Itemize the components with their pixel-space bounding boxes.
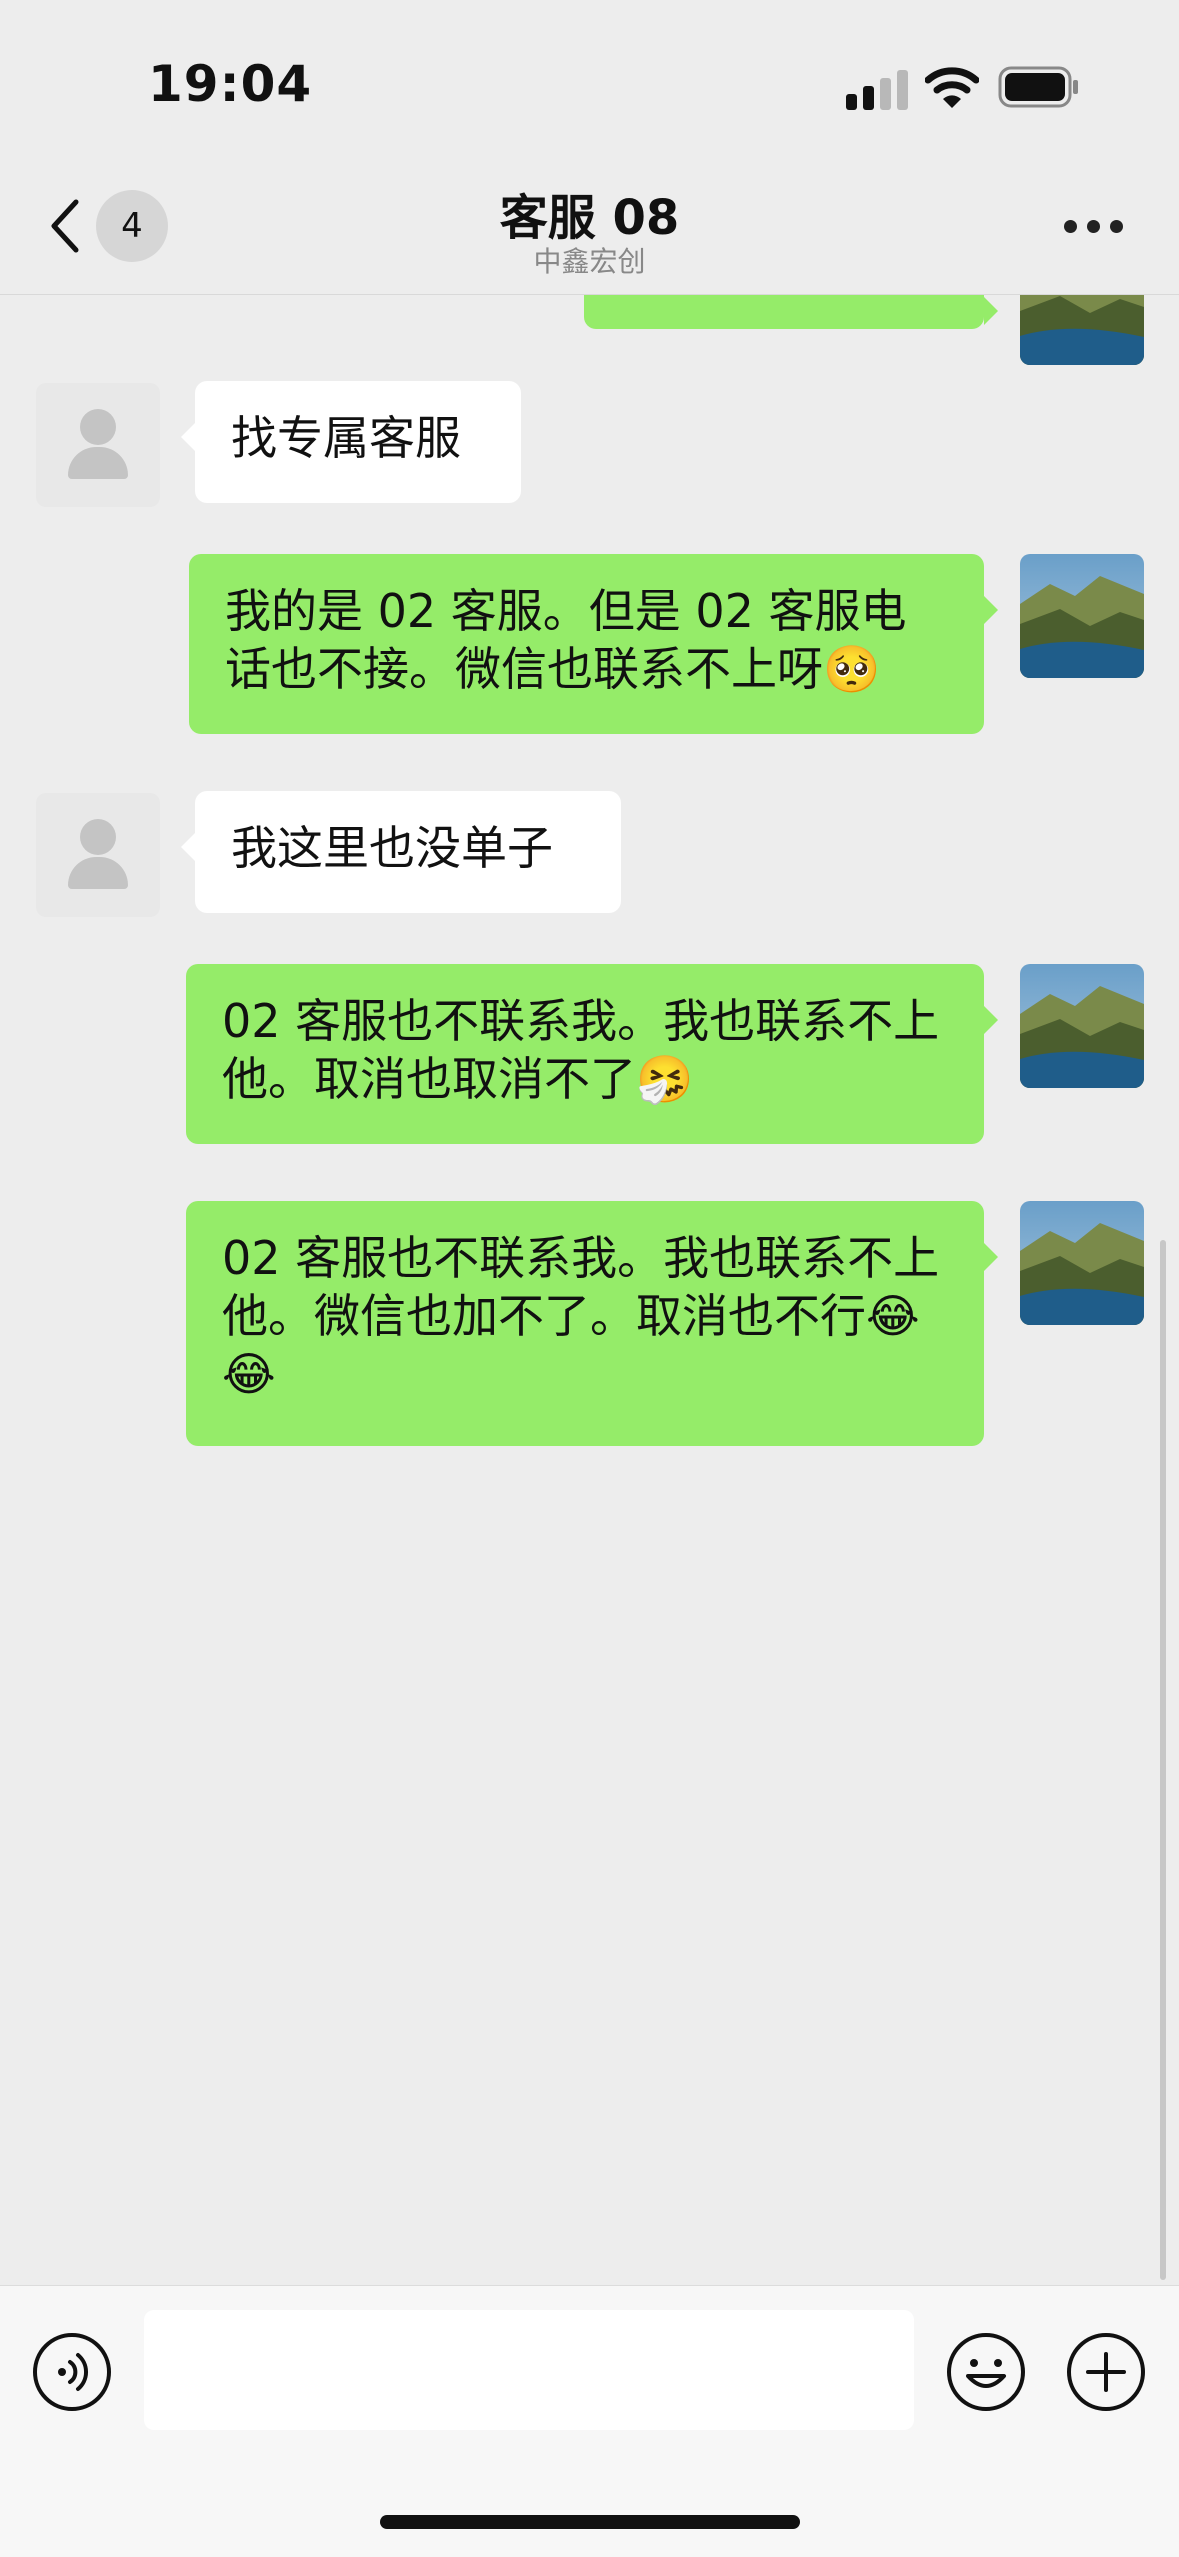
chat-title: 客服 08 [499,190,680,246]
scrollbar[interactable] [1160,1240,1166,2280]
status-bar: 19:04 [0,0,1179,160]
my-avatar[interactable] [1020,964,1144,1088]
message-list[interactable]: 找专属客服 我的是 02 客服。但是 02 客服电话也不接。微信也联系不上呀🥺 … [0,295,1179,2285]
my-avatar[interactable] [1020,554,1144,678]
home-indicator[interactable] [380,2515,800,2529]
message-bubble-outgoing[interactable]: 我的是 02 客服。但是 02 客服电话也不接。微信也联系不上呀🥺 [189,554,998,734]
plus-icon[interactable] [1066,2332,1146,2412]
message-bubble-outgoing[interactable] [584,295,998,329]
emoji-icon[interactable] [946,2332,1026,2412]
input-bar [0,2285,1179,2557]
message-input[interactable] [144,2310,914,2430]
more-dots-icon[interactable] [1064,220,1124,234]
message-bubble-incoming[interactable]: 找专属客服 [181,381,521,503]
message-bubble-outgoing[interactable]: 02 客服也不联系我。我也联系不上他。取消也取消不了🤧 [186,964,998,1144]
contact-avatar[interactable] [36,793,160,917]
message-bubble-outgoing[interactable]: 02 客服也不联系我。我也联系不上他。微信也加不了。取消也不行😂😂 [186,1201,998,1446]
battery-icon [998,66,1078,108]
voice-icon[interactable] [32,2332,112,2412]
my-avatar[interactable] [1020,295,1144,365]
wifi-icon [925,67,979,108]
my-avatar[interactable] [1020,1201,1144,1325]
chat-subtitle: 中鑫宏创 [533,245,646,278]
message-bubble-incoming[interactable]: 我这里也没单子 [181,791,621,913]
chat-header: 4 客服 08 中鑫宏创 [0,160,1179,295]
cellular-signal-icon [846,70,908,110]
status-time: 19:04 [148,55,313,113]
contact-avatar[interactable] [36,383,160,507]
